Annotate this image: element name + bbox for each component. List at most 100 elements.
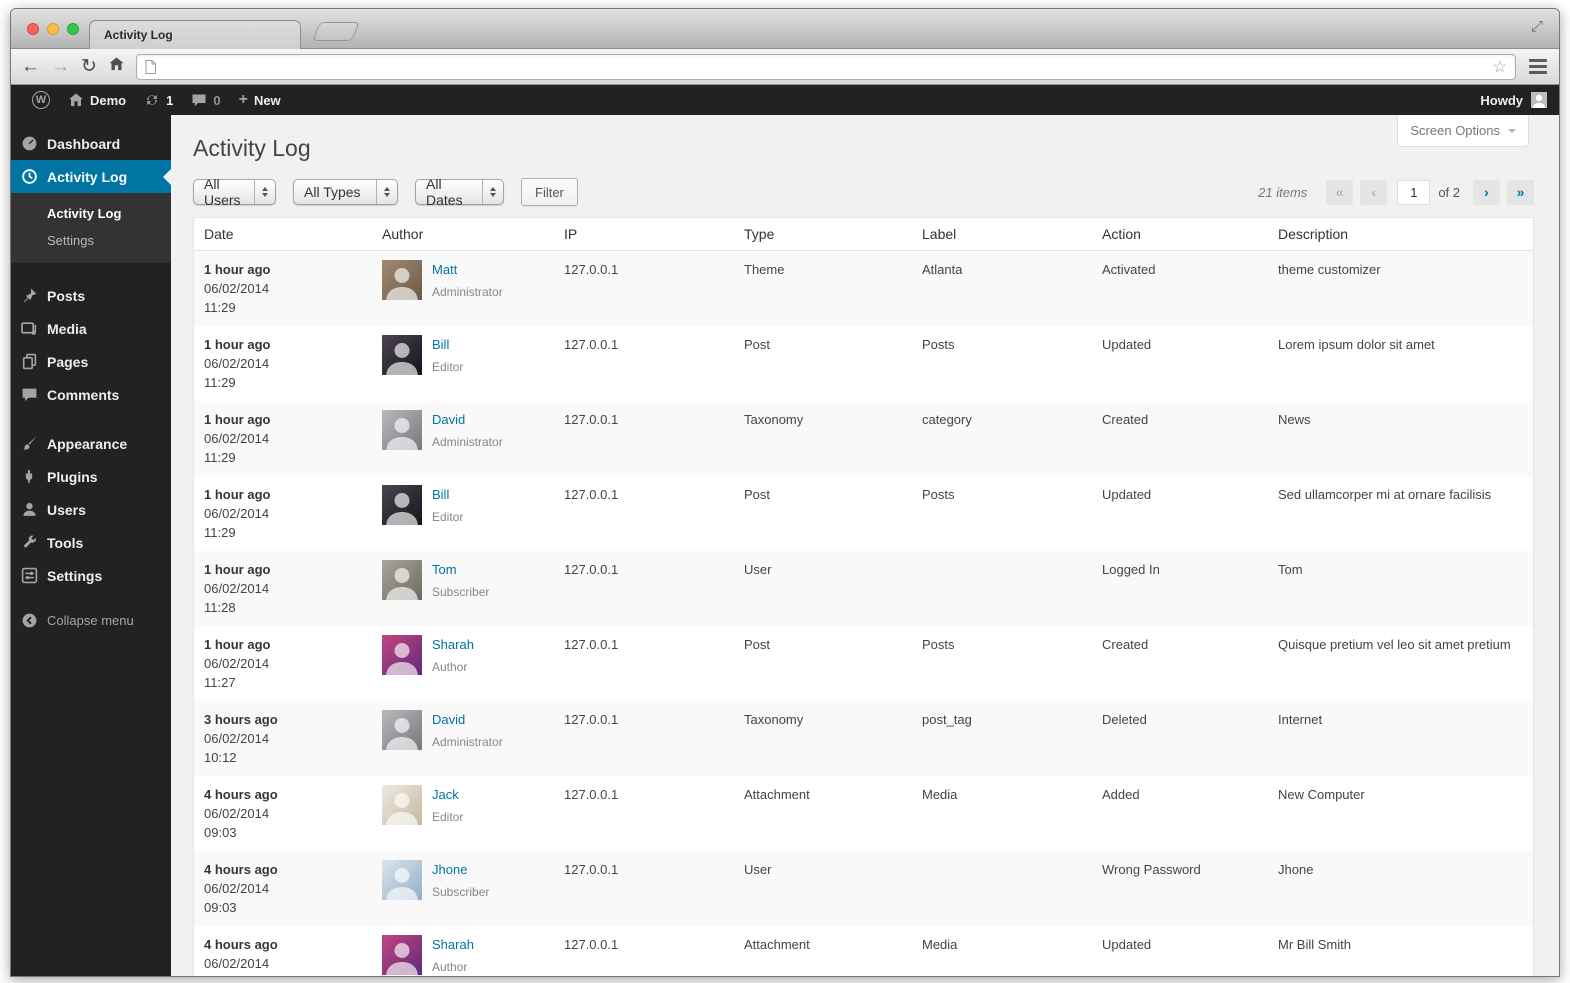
author-link[interactable]: Sharah [432, 635, 474, 654]
time-value: 09:03 [204, 900, 237, 915]
author-link[interactable]: David [432, 410, 465, 429]
users-filter-select[interactable]: All Users [193, 176, 276, 208]
submenu-item-activity-log[interactable]: Activity Log [11, 200, 171, 227]
site-name-menu[interactable]: Demo [59, 85, 135, 115]
author-link[interactable]: Jhone [432, 860, 467, 879]
table-row: 1 hour ago 06/02/2014 11:29 Matt Adminis… [194, 251, 1533, 326]
author-link[interactable]: Bill [432, 485, 449, 504]
filter-button[interactable]: Filter [521, 178, 578, 206]
label-cell [912, 851, 1092, 926]
activity-log-icon [21, 168, 38, 185]
address-bar[interactable]: ☆ [135, 53, 1516, 80]
reload-button[interactable]: ↻ [81, 57, 97, 76]
type-cell: Taxonomy [744, 712, 804, 727]
type-cell: Attachment [744, 787, 810, 802]
sidebar-item-activity-log[interactable]: Activity Log [11, 160, 171, 193]
new-tab-button[interactable] [312, 22, 360, 41]
close-window-button[interactable] [27, 23, 39, 35]
author-link[interactable]: Tom [432, 560, 457, 579]
home-icon [68, 92, 84, 108]
bookmark-star-icon[interactable]: ☆ [1493, 57, 1507, 77]
prev-page-button[interactable]: ‹ [1360, 179, 1388, 205]
author-info: Bill Editor [432, 485, 463, 542]
browser-tab[interactable]: Activity Log [89, 20, 301, 49]
menu-separator [11, 263, 171, 279]
browser-toolbar: ← → ↻ ☆ [11, 49, 1559, 85]
browser-menu-button[interactable] [1527, 57, 1549, 76]
comments-menu[interactable]: 0 [182, 85, 229, 115]
sidebar-label: Tools [47, 534, 84, 551]
author-link[interactable]: Bill [432, 335, 449, 354]
collapse-menu-button[interactable]: Collapse menu [11, 604, 171, 637]
types-filter-select[interactable]: All Types [293, 179, 398, 205]
table-row: 1 hour ago 06/02/2014 11:29 Bill Editor … [194, 326, 1533, 401]
minimize-window-button[interactable] [47, 23, 59, 35]
updates-menu[interactable]: 1 [135, 85, 182, 115]
page-icon [145, 59, 156, 74]
home-button[interactable] [108, 56, 125, 77]
description-cell: theme customizer [1278, 262, 1381, 277]
zoom-window-button[interactable] [67, 23, 79, 35]
ip-cell: 127.0.0.1 [564, 712, 619, 727]
label-cell: Media [922, 937, 958, 952]
back-button[interactable]: ← [21, 57, 40, 76]
plus-icon: + [238, 91, 248, 108]
comments-icon [21, 386, 38, 403]
author-role: Editor [432, 510, 464, 524]
action-cell: Deleted [1102, 712, 1147, 727]
author-role: Subscriber [432, 585, 490, 599]
posts-icon [21, 287, 38, 304]
date-cell: 4 hours ago 06/02/2014 09:02 [194, 926, 372, 976]
description-cell: Tom [1278, 562, 1303, 577]
sidebar-label: Settings [47, 567, 103, 584]
settings-icon [21, 567, 38, 584]
submenu-item-settings[interactable]: Settings [11, 227, 171, 254]
current-page-input[interactable] [1397, 179, 1431, 205]
ip-cell: 127.0.0.1 [564, 487, 619, 502]
column-header-description: Description [1278, 226, 1349, 242]
next-page-button[interactable]: › [1473, 179, 1500, 205]
dates-filter-select[interactable]: All Dates [415, 176, 504, 208]
sidebar-item-settings[interactable]: Settings [11, 559, 171, 592]
first-page-button[interactable]: « [1326, 179, 1354, 205]
author-link[interactable]: David [432, 710, 465, 729]
activity-log-table: Date Author IP Type Label Action Descrip… [193, 217, 1534, 976]
page-title: Activity Log [193, 135, 311, 161]
new-content-menu[interactable]: + New [230, 85, 290, 115]
date-value: 06/02/2014 [204, 656, 270, 671]
wp-logo-menu[interactable]: W [23, 85, 59, 115]
type-cell: Post [744, 487, 771, 502]
author-link[interactable]: Matt [432, 260, 457, 279]
user-avatar [1531, 92, 1547, 108]
sidebar-item-media[interactable]: Media [11, 312, 171, 345]
my-account-menu[interactable]: Howdy [1480, 92, 1547, 108]
sidebar-item-tools[interactable]: Tools [11, 526, 171, 559]
last-page-button[interactable]: » [1507, 179, 1534, 205]
sidebar-label: Appearance [47, 435, 128, 452]
time-value: 11:27 [204, 675, 236, 690]
author-link[interactable]: Jack [432, 785, 459, 804]
sidebar-label: Media [47, 320, 87, 337]
screen-options-button[interactable]: Screen Options [1397, 115, 1529, 147]
sidebar-item-plugins[interactable]: Plugins [11, 460, 171, 493]
sidebar-item-users[interactable]: Users [11, 493, 171, 526]
relative-time: 1 hour ago [204, 412, 271, 427]
sidebar-item-pages[interactable]: Pages [11, 345, 171, 378]
time-value: 11:29 [204, 375, 236, 390]
author-info: Matt Administrator [432, 260, 503, 317]
date-value: 06/02/2014 [204, 581, 270, 596]
relative-time: 1 hour ago [204, 337, 271, 352]
sidebar-item-appearance[interactable]: Appearance [11, 427, 171, 460]
select-spinner-icon [254, 180, 275, 204]
author-link[interactable]: Sharah [432, 935, 474, 954]
sidebar-item-posts[interactable]: Posts [11, 279, 171, 312]
ip-cell: 127.0.0.1 [564, 637, 619, 652]
action-cell: Created [1102, 637, 1149, 652]
sidebar-item-dashboard[interactable]: Dashboard [11, 127, 171, 160]
description-cell: Mr Bill Smith [1278, 937, 1351, 952]
action-cell: Updated [1102, 337, 1152, 352]
new-label: New [253, 92, 281, 108]
table-row: 4 hours ago 06/02/2014 09:03 Jhone Subsc… [194, 851, 1533, 926]
forward-button[interactable]: → [51, 57, 70, 76]
sidebar-item-comments[interactable]: Comments [11, 378, 171, 411]
